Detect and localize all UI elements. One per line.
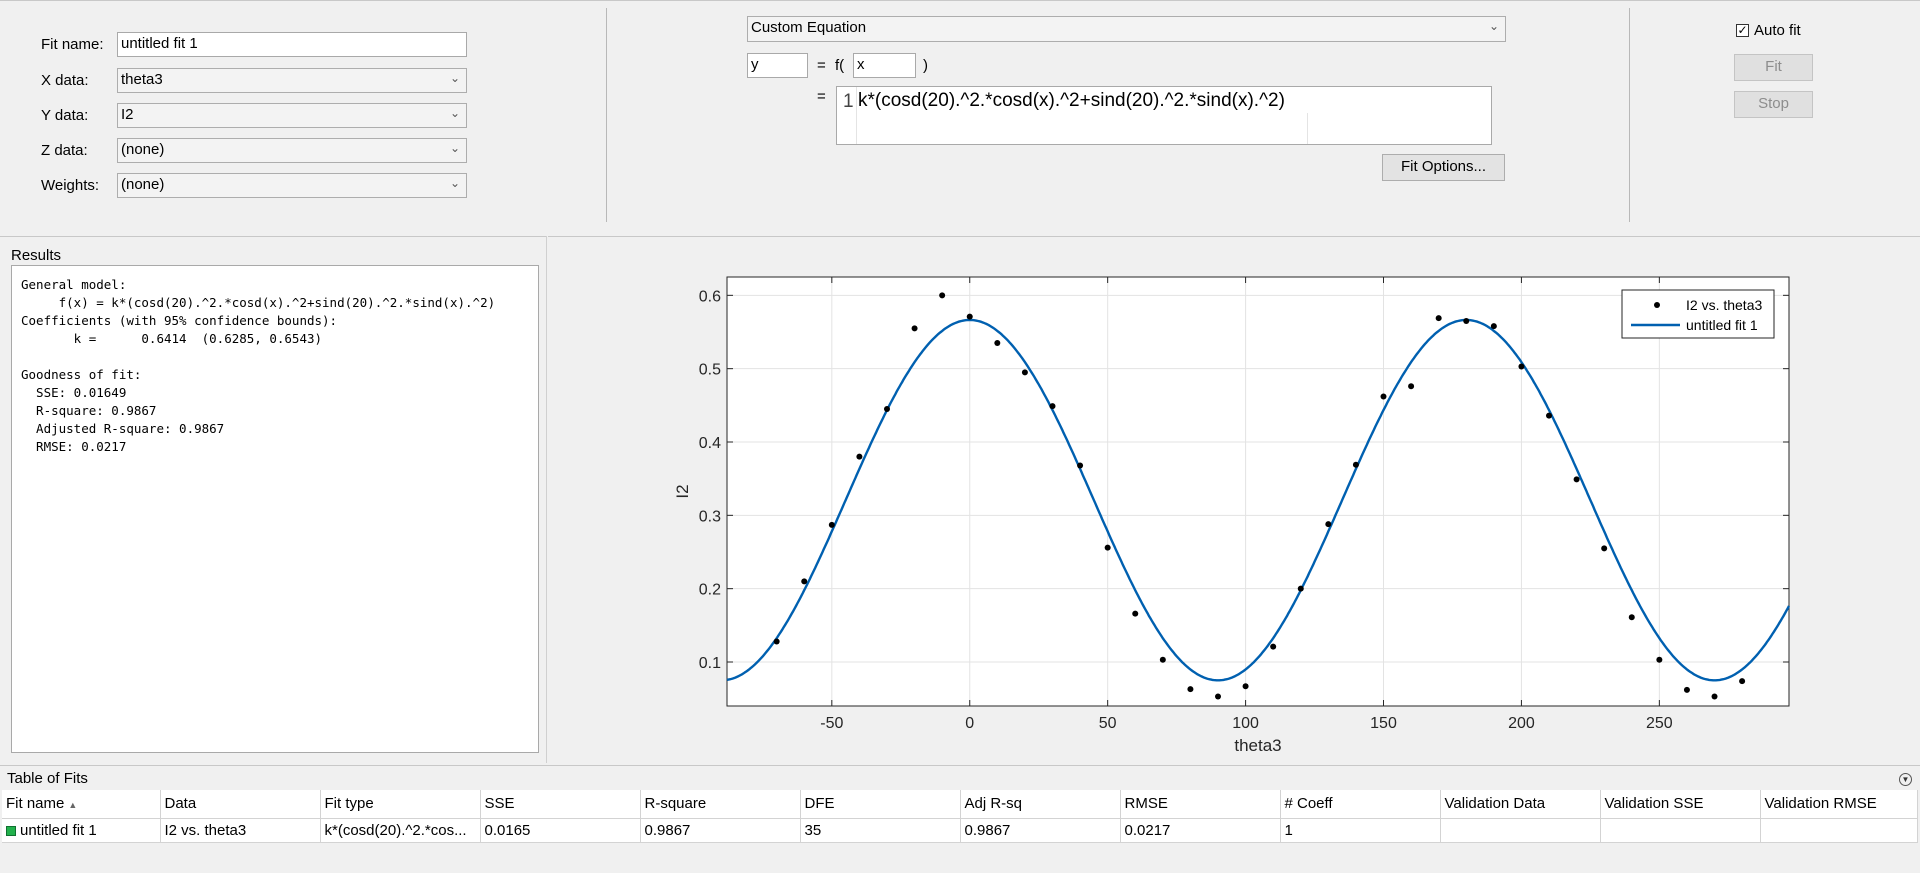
data-point [1408,383,1415,390]
column-header-10[interactable]: Validation SSE [1600,790,1761,819]
column-header-1[interactable]: Data [160,790,321,819]
x-axis-label: theta3 [1234,736,1281,755]
column-header-11[interactable]: Validation RMSE [1760,790,1918,819]
legend-label-points: I2 vs. theta3 [1686,297,1762,313]
collapse-icon[interactable]: ▼ [1899,773,1912,786]
data-point [1132,610,1139,617]
data-point [1352,461,1359,468]
data-point [1490,323,1497,330]
fit-color-swatch [6,825,16,836]
data-point [1297,585,1304,592]
data-point [1739,678,1746,685]
y-tick-label: 0.2 [699,582,721,599]
data-point [1518,363,1525,370]
table-cell: k*(cosd(20).^2.*cos... [320,818,481,843]
data-point [883,406,890,412]
column-header-7[interactable]: RMSE [1120,790,1281,819]
y-tick-label: 0.6 [699,288,721,305]
data-point [1601,545,1608,552]
data-point [966,313,973,320]
table-cell: untitled fit 1 [2,818,161,843]
table-row[interactable]: untitled fit 1 I2 vs. theta3 k*(cosd(20).^… [2,818,1918,843]
column-header-8[interactable]: # Coeff [1280,790,1441,819]
data-point [1242,683,1249,690]
data-point [1435,315,1442,322]
legend-marker-points [1654,302,1660,308]
data-point [1573,476,1580,483]
data-point [1159,656,1166,663]
cell-text: 0.9867 [964,821,1011,839]
x-tick-label: -50 [820,715,843,732]
data-point [1049,403,1056,410]
table-cell: 35 [800,818,961,843]
data-point [1656,656,1663,663]
table-cell: 0.0217 [1120,818,1281,843]
data-point [1187,686,1194,693]
x-tick-label: 200 [1508,715,1535,732]
y-tick-label: 0.4 [699,435,721,452]
table-cell [1440,818,1601,843]
data-point [1104,544,1111,551]
data-point [828,521,835,528]
table-of-fits[interactable]: Fit name ▲ Data Fit type SSE R-square DFE Adj R… [2,790,1918,843]
table-of-fits-title: Table of Fits [7,770,88,787]
data-point [939,292,946,299]
cell-text: 35 [804,821,822,839]
sort-ascending-icon: ▲ [68,800,78,811]
data-point [1711,693,1718,700]
x-tick-label: 0 [965,715,974,732]
cell-text: 0.0165 [484,821,531,839]
x-tick-label: 50 [1099,715,1117,732]
x-tick-label: 250 [1646,715,1673,732]
table-cell: I2 vs. theta3 [160,818,321,843]
legend-label-fit: untitled fit 1 [1686,317,1758,333]
y-tick-label: 0.5 [699,362,721,379]
column-header-5[interactable]: DFE [800,790,961,819]
data-point [1546,412,1553,419]
data-point [856,453,863,460]
table-cell: 0.9867 [640,818,801,843]
fit-plot[interactable]: -50 0 50 100 150 200 250 0.1 0.2 0.3 0.4 0.5 0.6 thet… [0,0,1920,873]
data-point [1380,393,1387,400]
data-point [1683,686,1690,693]
y-tick-label: 0.3 [699,508,721,525]
x-tick-label: 150 [1370,715,1397,732]
data-point [911,325,918,332]
plot-area [727,277,1789,706]
data-point [1325,521,1332,528]
table-cell [1760,818,1918,843]
column-header-3[interactable]: SSE [480,790,641,819]
column-header-0[interactable]: Fit name ▲ [2,790,161,819]
data-point [1270,643,1277,650]
table-cell: 1 [1280,818,1441,843]
x-tick-label: 100 [1232,715,1259,732]
data-point [1077,462,1084,469]
data-point [1215,693,1222,700]
y-axis-label: I2 [673,484,692,498]
cell-text: I2 vs. theta3 [164,821,247,839]
table-cell [1600,818,1761,843]
column-header-2[interactable]: Fit type [320,790,481,819]
cell-text: 0.9867 [644,821,691,839]
cell-text: 1 [1284,821,1293,839]
data-point [994,340,1001,346]
data-point [1021,369,1028,376]
column-header-9[interactable]: Validation Data [1440,790,1601,819]
table-cell: 0.9867 [960,818,1121,843]
cell-text: 0.0217 [1124,821,1171,839]
y-tick-label: 0.1 [699,655,721,672]
data-point [1463,318,1470,324]
cell-text: untitled fit 1 [20,821,97,839]
cell-text: k*(cosd(20).^2.*cos... [324,821,467,839]
column-header-4[interactable]: R-square [640,790,801,819]
data-point [801,578,808,585]
data-point [773,638,780,645]
table-cell: 0.0165 [480,818,641,843]
data-point [1628,614,1635,621]
column-header-6[interactable]: Adj R-sq [960,790,1121,819]
